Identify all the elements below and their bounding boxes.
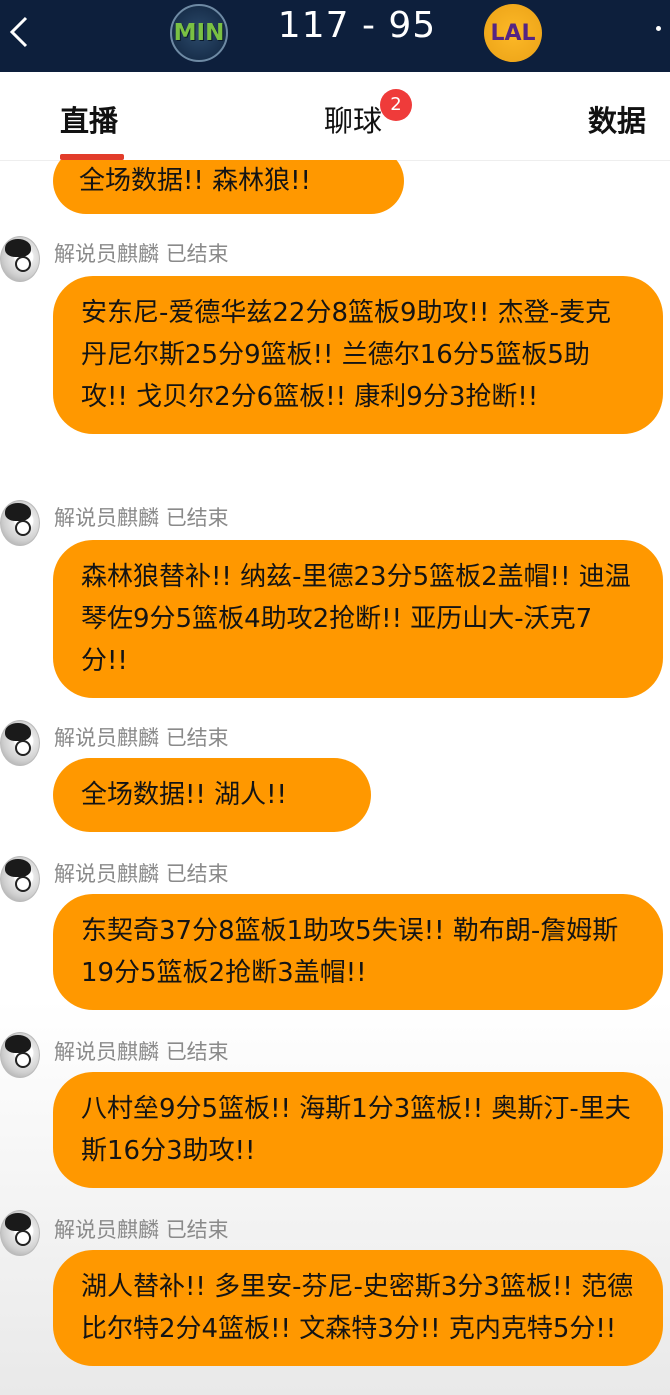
tab-chat[interactable]: 聊球 [324, 98, 382, 140]
chat-unread-badge: 2 [380, 89, 412, 121]
message-meta: 解说员麒麟 已结束 [54, 1214, 229, 1244]
message-meta: 解说员麒麟 已结束 [54, 238, 229, 268]
message-bubble: 全场数据!! 森林狼!! [53, 160, 404, 214]
message-status: 已结束 [165, 242, 229, 266]
message-status: 已结束 [165, 726, 229, 750]
chevron-left-icon[interactable] [6, 12, 36, 52]
message-meta: 解说员麒麟 已结束 [54, 1036, 229, 1066]
commentator-avatar[interactable] [0, 1210, 40, 1256]
message-status: 已结束 [165, 506, 229, 530]
min-team-logo[interactable]: MIN [170, 4, 228, 62]
home-team-abbr: MIN [173, 20, 225, 46]
tab-stats[interactable]: 数据 [588, 98, 646, 140]
away-team-abbr: LAL [490, 20, 536, 46]
message-status: 已结束 [165, 1218, 229, 1242]
author-name: 解说员麒麟 [54, 1040, 159, 1064]
author-name: 解说员麒麟 [54, 242, 159, 266]
author-name: 解说员麒麟 [54, 506, 159, 530]
message-bubble: 东契奇37分8篮板1助攻5失误!! 勒布朗-詹姆斯19分5篮板2抢断3盖帽!! [53, 894, 663, 1010]
message-meta: 解说员麒麟 已结束 [54, 858, 229, 888]
lal-team-logo[interactable]: LAL [484, 4, 542, 62]
message-bubble: 森林狼替补!! 纳兹-里德23分5篮板2盖帽!! 迪温琴佐9分5篮板4助攻2抢断… [53, 540, 663, 698]
author-name: 解说员麒麟 [54, 726, 159, 750]
message-meta: 解说员麒麟 已结束 [54, 722, 229, 752]
score-header: MIN 117 - 95 LAL [0, 0, 670, 72]
author-name: 解说员麒麟 [54, 862, 159, 886]
tab-bar: 直播 聊球 2 数据 [0, 72, 670, 161]
commentator-avatar[interactable] [0, 236, 40, 282]
message-bubble: 安东尼-爱德华兹22分8篮板9助攻!! 杰登-麦克丹尼尔斯25分9篮板!! 兰德… [53, 276, 663, 434]
commentator-avatar[interactable] [0, 856, 40, 902]
game-score: 117 - 95 [277, 5, 437, 46]
more-menu-icon[interactable] [656, 26, 661, 31]
message-bubble: 湖人替补!! 多里安-芬尼-史密斯3分3篮板!! 范德比尔特2分4篮板!! 文森… [53, 1250, 663, 1366]
message-bubble: 八村垒9分5篮板!! 海斯1分3篮板!! 奥斯汀-里夫斯16分3助攻!! [53, 1072, 663, 1188]
commentator-avatar[interactable] [0, 500, 40, 546]
tab-live[interactable]: 直播 [60, 98, 118, 140]
message-status: 已结束 [165, 1040, 229, 1064]
message-bubble: 全场数据!! 湖人!! [53, 758, 371, 832]
message-meta: 解说员麒麟 已结束 [54, 502, 229, 532]
commentator-avatar[interactable] [0, 720, 40, 766]
author-name: 解说员麒麟 [54, 1218, 159, 1242]
message-status: 已结束 [165, 862, 229, 886]
commentator-avatar[interactable] [0, 1032, 40, 1078]
live-commentary-feed[interactable]: 全场数据!! 森林狼!! 解说员麒麟 已结束 安东尼-爱德华兹22分8篮板9助攻… [0, 160, 670, 1395]
